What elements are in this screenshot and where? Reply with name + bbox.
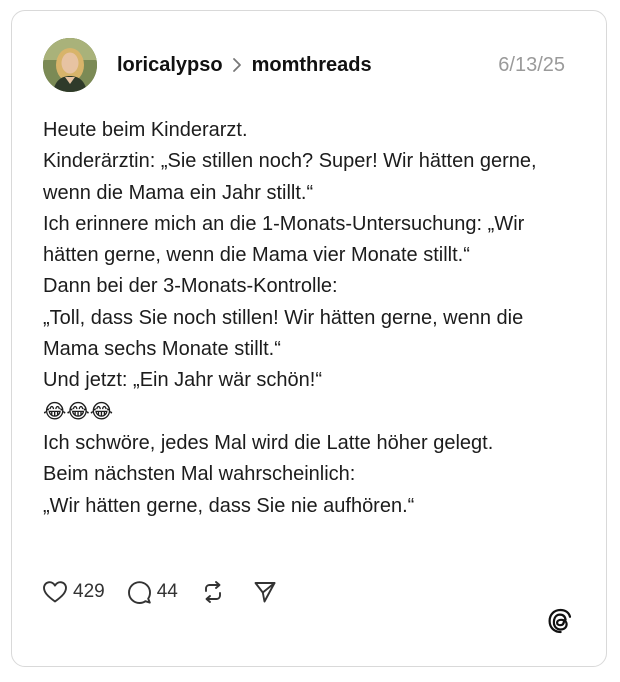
like-count: 429 bbox=[73, 581, 105, 602]
comment-count: 44 bbox=[156, 581, 178, 602]
repost-button[interactable] bbox=[200, 580, 231, 604]
share-button[interactable] bbox=[253, 580, 282, 604]
community-name[interactable]: momthreads bbox=[252, 54, 372, 77]
threads-logo-icon bbox=[548, 608, 572, 634]
chevron-right-icon bbox=[232, 58, 241, 72]
avatar[interactable] bbox=[43, 38, 97, 92]
action-bar: 429 44 bbox=[42, 577, 304, 607]
post-date: 6/13/25 bbox=[498, 54, 565, 76]
repost-icon bbox=[204, 581, 221, 603]
comment-bubble-icon bbox=[127, 580, 151, 604]
post-card: loricalypso momthreads 6/13/25 Heute bei… bbox=[11, 10, 607, 667]
author-name[interactable]: loricalypso bbox=[117, 54, 223, 77]
post-header: loricalypso momthreads 6/13/25 bbox=[43, 38, 565, 92]
comment-button[interactable]: 44 bbox=[127, 580, 178, 605]
heart-icon bbox=[43, 581, 67, 603]
send-icon bbox=[254, 582, 276, 603]
author-line: loricalypso momthreads bbox=[117, 52, 372, 78]
like-button[interactable]: 429 bbox=[42, 580, 105, 604]
post-text: Heute beim Kinderarzt. Kinderärztin: „Si… bbox=[43, 119, 537, 517]
